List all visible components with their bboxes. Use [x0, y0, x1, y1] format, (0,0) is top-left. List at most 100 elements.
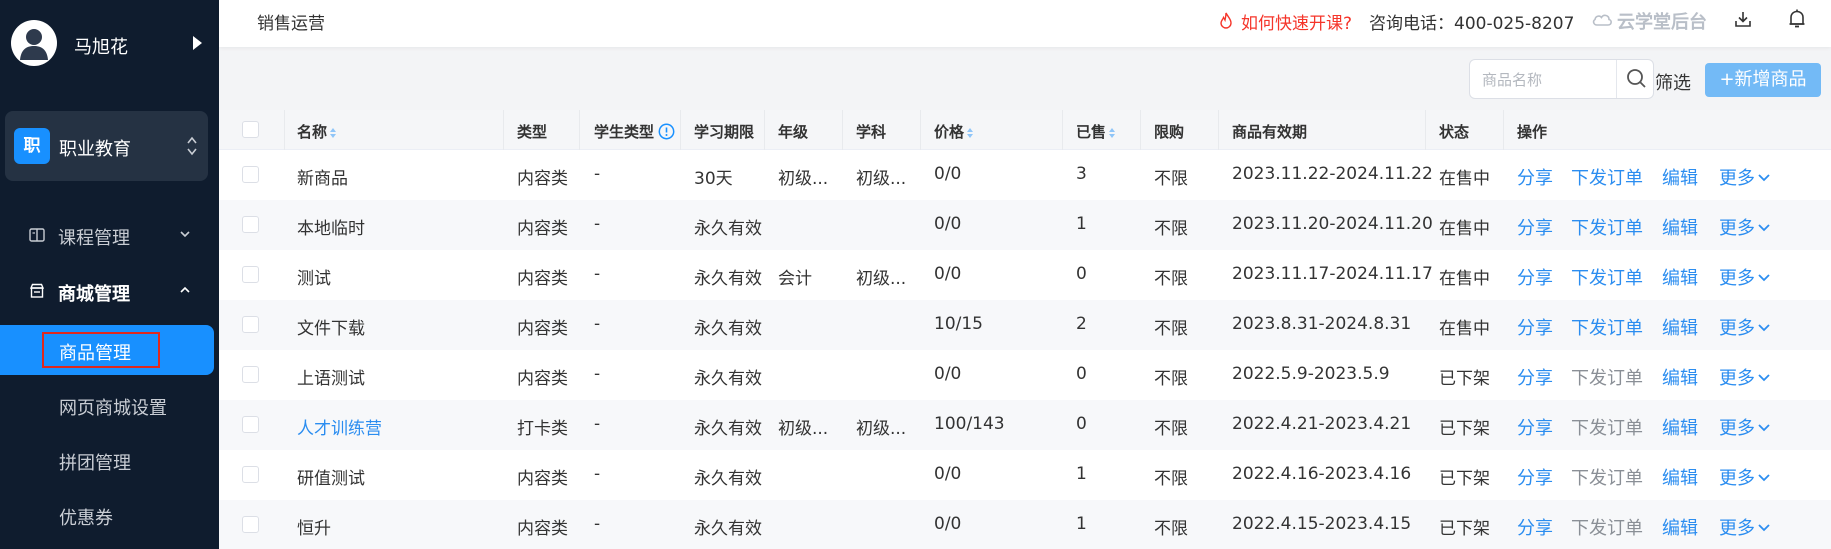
table-row: 新商品 内容类 - 30天 初级... 初级... 0/0 3 不限 2023.11.22-202…	[219, 150, 1831, 200]
help-link[interactable]: 如何快速开课?	[1241, 9, 1352, 34]
sidebar-item-coupons[interactable]: 优惠券	[0, 490, 214, 540]
download-icon[interactable]	[1733, 9, 1753, 29]
cell-name[interactable]: 本地临时	[297, 214, 365, 239]
column-header-price[interactable]: 价格	[934, 121, 974, 142]
more-button[interactable]: 更多	[1719, 514, 1771, 540]
column-header-validity: 商品有效期	[1232, 123, 1308, 141]
cell-period: 永久有效	[694, 319, 762, 339]
bell-icon[interactable]	[1787, 8, 1807, 30]
edit-button[interactable]: 编辑	[1662, 264, 1698, 290]
share-button[interactable]: 分享	[1517, 414, 1553, 440]
issue-order-button-label: 下发订单	[1571, 468, 1643, 489]
info-icon[interactable]	[658, 123, 675, 140]
issue-order-button[interactable]: 下发订单	[1571, 514, 1643, 540]
column-header-grade: 年级	[778, 123, 809, 141]
issue-order-button[interactable]: 下发订单	[1571, 314, 1643, 340]
more-button[interactable]: 更多	[1719, 314, 1771, 340]
share-button[interactable]: 分享	[1517, 514, 1553, 540]
edit-button[interactable]: 编辑	[1662, 414, 1698, 440]
cell-name[interactable]: 恒升	[297, 514, 331, 539]
org-switcher[interactable]: 职 职业教育	[5, 111, 208, 181]
cell-validity: 2022.4.21-2023.4.21	[1232, 414, 1412, 434]
row-checkbox[interactable]	[242, 466, 259, 483]
cell-student-type: -	[594, 314, 601, 334]
sidebar-item-label: 优惠券	[59, 508, 113, 529]
share-button-label: 分享	[1517, 268, 1553, 289]
more-button[interactable]: 更多	[1719, 264, 1771, 290]
chevron-down-icon	[1758, 274, 1770, 282]
sidebar-item-group-buy[interactable]: 拼团管理	[0, 435, 214, 485]
column-header-name[interactable]: 名称	[297, 121, 337, 142]
table-row: 本地临时 内容类 - 永久有效 0/0 1 不限 2023.11.20-2024.11.20 在…	[219, 200, 1831, 250]
issue-order-button[interactable]: 下发订单	[1571, 164, 1643, 190]
share-button[interactable]: 分享	[1517, 214, 1553, 240]
cell-status: 在售中	[1439, 319, 1490, 339]
row-checkbox[interactable]	[242, 516, 259, 533]
cell-name[interactable]: 测试	[297, 264, 331, 289]
edit-button[interactable]: 编辑	[1662, 314, 1698, 340]
table-row: 人才训练营 打卡类 - 永久有效 初级... 初级... 100/143 0 不限 2022.4.…	[219, 400, 1831, 450]
more-button-label: 更多	[1719, 168, 1755, 189]
add-product-button[interactable]: +新增商品	[1705, 63, 1821, 97]
edit-button[interactable]: 编辑	[1662, 464, 1698, 490]
sidebar-item-product-management[interactable]: 商品管理	[0, 325, 214, 375]
issue-order-button[interactable]: 下发订单	[1571, 464, 1643, 490]
edit-button[interactable]: 编辑	[1662, 164, 1698, 190]
chevron-down-icon	[1758, 424, 1770, 432]
chevron-down-icon	[1758, 224, 1770, 232]
org-name: 职业教育	[59, 139, 131, 160]
table-row: 恒升 内容类 - 永久有效 0/0 1 不限 2022.4.15-2023.4.15 已下架 分享…	[219, 500, 1831, 549]
more-button[interactable]: 更多	[1719, 364, 1771, 390]
share-button[interactable]: 分享	[1517, 264, 1553, 290]
issue-order-button[interactable]: 下发订单	[1571, 364, 1643, 390]
more-button[interactable]: 更多	[1719, 214, 1771, 240]
more-button[interactable]: 更多	[1719, 414, 1771, 440]
cell-limit: 不限	[1154, 319, 1188, 339]
share-button[interactable]: 分享	[1517, 364, 1553, 390]
brand-logo-text[interactable]: 云学堂后台	[1617, 8, 1707, 34]
cell-student-type: -	[594, 464, 601, 484]
nav-group-course[interactable]: 课程管理	[0, 214, 219, 254]
column-header-sold[interactable]: 已售	[1076, 121, 1116, 142]
cell-sold: 0	[1076, 414, 1087, 434]
shop-icon	[29, 283, 45, 298]
cell-name[interactable]: 上语测试	[297, 364, 365, 389]
issue-order-button[interactable]: 下发订单	[1571, 414, 1643, 440]
edit-button[interactable]: 编辑	[1662, 514, 1698, 540]
share-button[interactable]: 分享	[1517, 164, 1553, 190]
cell-status: 在售中	[1439, 169, 1490, 189]
edit-button[interactable]: 编辑	[1662, 214, 1698, 240]
share-button-label: 分享	[1517, 168, 1553, 189]
select-all-checkbox[interactable]	[242, 121, 259, 138]
cell-sold: 0	[1076, 264, 1087, 284]
more-button[interactable]: 更多	[1719, 464, 1771, 490]
cell-period: 30天	[694, 169, 733, 189]
search-button[interactable]	[1616, 60, 1654, 98]
more-button[interactable]: 更多	[1719, 164, 1771, 190]
edit-button-label: 编辑	[1662, 418, 1698, 439]
sidebar-item-web-mall-settings[interactable]: 网页商城设置	[0, 380, 214, 430]
issue-order-button[interactable]: 下发订单	[1571, 264, 1643, 290]
nav-group-mall[interactable]: 商城管理	[0, 270, 219, 310]
cell-period: 永久有效	[694, 419, 762, 439]
user-menu[interactable]: 马旭花	[0, 0, 219, 90]
row-checkbox[interactable]	[242, 266, 259, 283]
share-button[interactable]: 分享	[1517, 314, 1553, 340]
row-checkbox[interactable]	[242, 166, 259, 183]
user-icon	[20, 29, 48, 60]
cell-name[interactable]: 人才训练营	[297, 414, 382, 439]
issue-order-button[interactable]: 下发订单	[1571, 214, 1643, 240]
row-checkbox[interactable]	[242, 366, 259, 383]
sort-icon	[1109, 127, 1116, 138]
filter-button[interactable]: 筛选	[1655, 69, 1691, 95]
share-button[interactable]: 分享	[1517, 464, 1553, 490]
row-checkbox[interactable]	[242, 316, 259, 333]
edit-button[interactable]: 编辑	[1662, 364, 1698, 390]
cell-name[interactable]: 文件下载	[297, 314, 365, 339]
cell-name[interactable]: 新商品	[297, 164, 348, 189]
cell-name[interactable]: 研值测试	[297, 464, 365, 489]
row-checkbox[interactable]	[242, 216, 259, 233]
cell-limit: 不限	[1154, 519, 1188, 539]
search-input[interactable]	[1482, 69, 1612, 91]
row-checkbox[interactable]	[242, 416, 259, 433]
